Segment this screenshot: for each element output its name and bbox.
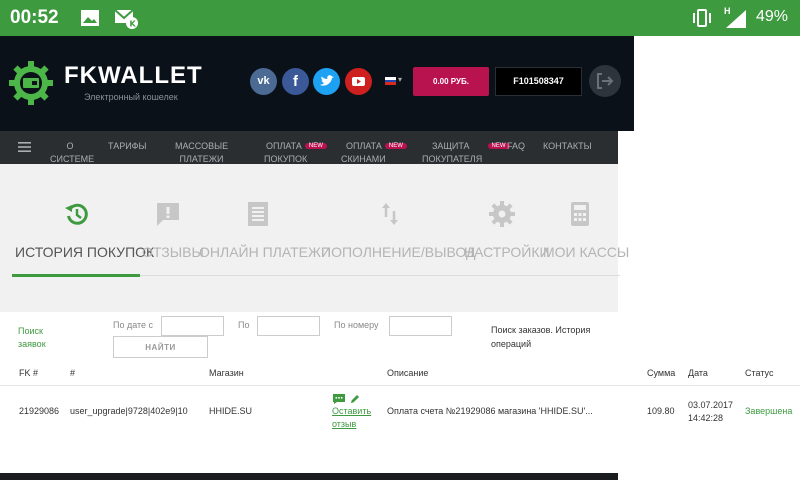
vk-icon[interactable]: vk [250, 68, 277, 95]
logo-title[interactable]: FKWALLET [64, 62, 203, 90]
tab-settings[interactable]: НАСТРОЙКИ [464, 244, 550, 260]
row-id: user_upgrade|9728|402e9|10 [70, 406, 188, 416]
nav-tariffs[interactable]: ТАРИФЫ [108, 140, 146, 153]
order-number-input[interactable] [389, 316, 452, 336]
nav-mass-payments[interactable]: МАССОВЫЕ ПЛАТЕЖИ [175, 140, 228, 166]
nav-purchase-payment[interactable]: ОПЛАТА NEW ПОКУПОК [264, 140, 327, 166]
review-icon[interactable] [154, 200, 182, 228]
col-shop: Магазин [209, 368, 244, 378]
date-to-input[interactable] [257, 316, 320, 336]
col-number: # [70, 368, 76, 378]
status-time: 00:52 [10, 7, 59, 28]
gallery-icon [81, 10, 99, 26]
wallet-logo-icon[interactable] [8, 60, 54, 106]
logout-button[interactable] [589, 65, 621, 97]
row-amount: 109.80 [647, 406, 675, 416]
tab-deposit-withdraw[interactable]: ПОПОЛНЕНИЕ/ВЫВОД [321, 244, 475, 260]
search-orders-link[interactable]: Поиск заявок [18, 325, 46, 351]
nav-buyer-protection[interactable]: ЗАЩИТА NEW ПОКУПАТЕЛЯ [422, 140, 510, 166]
main-navigation: О СИСТЕМЕ ТАРИФЫ МАССОВЫЕ ПЛАТЕЖИ ОПЛАТА… [0, 131, 618, 164]
new-badge: NEW [304, 143, 327, 149]
row-datetime: 03.07.2017 14:42:28 [688, 400, 734, 423]
menu-icon[interactable] [18, 142, 31, 152]
russian-flag-icon[interactable] [385, 77, 396, 85]
nav-contacts[interactable]: КОНТАКТЫ [543, 140, 592, 153]
comment-icon[interactable] [333, 394, 345, 404]
find-button[interactable]: НАЙТИ [113, 336, 208, 358]
logo-subtitle: Электронный кошелек [84, 92, 178, 102]
date-to-label: По [238, 320, 250, 330]
number-label: По номеру [334, 320, 379, 330]
date-from-label: По дате с [113, 320, 154, 330]
col-status: Статус [745, 368, 774, 378]
android-status-bar: 00:52 K H 49% [0, 0, 800, 36]
account-tabs: ИСТОРИЯ ПОКУПОК ОТЗЫВЫ ОНЛАЙН ПЛАТЕЖИ ПО… [0, 164, 629, 312]
tab-online-payments[interactable]: ОНЛАЙН ПЛАТЕЖИ [199, 244, 331, 260]
youtube-icon[interactable] [345, 68, 372, 95]
status-badge: Завершена [745, 406, 793, 416]
col-amount: Сумма [647, 368, 676, 378]
leave-review-link[interactable]: Оставить отзыв [332, 405, 371, 431]
battery-level: 49% [755, 8, 788, 25]
calculator-icon[interactable] [566, 200, 594, 228]
tab-reviews[interactable]: ОТЗЫВЫ [142, 244, 204, 260]
col-fk: FK # [19, 368, 39, 378]
row-description: Оплата счета №21929086 магазина 'HHIDE.S… [387, 406, 593, 416]
page-footer [0, 473, 618, 480]
row-shop: HHIDE.SU [209, 406, 253, 416]
new-badge: NEW [384, 143, 407, 149]
table-header-divider [0, 385, 800, 386]
nav-faq[interactable]: FAQ [507, 140, 525, 153]
tab-purchase-history[interactable]: ИСТОРИЯ ПОКУПОК [15, 244, 154, 260]
receipt-icon[interactable] [244, 200, 272, 228]
language-caret-icon[interactable]: ▾ [398, 75, 402, 84]
pencil-icon[interactable] [350, 394, 360, 404]
svg-text:K: K [130, 20, 137, 29]
facebook-icon[interactable]: f [282, 68, 309, 95]
row-fk: 21929086 [19, 406, 60, 416]
history-icon[interactable] [63, 200, 91, 228]
mail-notification-icon: K [114, 9, 138, 29]
wallet-id-button[interactable]: F101508347 [495, 67, 582, 96]
signal-icon [726, 10, 746, 28]
vibrate-icon [693, 9, 711, 27]
nav-skins-payment[interactable]: ОПЛАТА NEW СКИНАМИ [341, 140, 407, 166]
twitter-icon[interactable] [313, 68, 340, 95]
logout-icon [597, 73, 614, 89]
search-description: Поиск заказов. История операций [491, 325, 591, 349]
col-description: Описание [387, 368, 429, 378]
active-tab-indicator [12, 274, 140, 277]
tab-my-cashboxes[interactable]: МОИ КАССЫ [543, 244, 629, 260]
balance-button[interactable]: 0.00 РУБ. [413, 67, 489, 96]
date-from-input[interactable] [161, 316, 224, 336]
site-header: FKWALLET Электронный кошелек vk f ▾ 0.00… [0, 36, 634, 131]
transfer-icon[interactable] [376, 200, 404, 228]
nav-about-system[interactable]: О СИСТЕМЕ [50, 140, 94, 166]
gear-icon[interactable] [488, 200, 516, 228]
col-date: Дата [688, 368, 708, 378]
